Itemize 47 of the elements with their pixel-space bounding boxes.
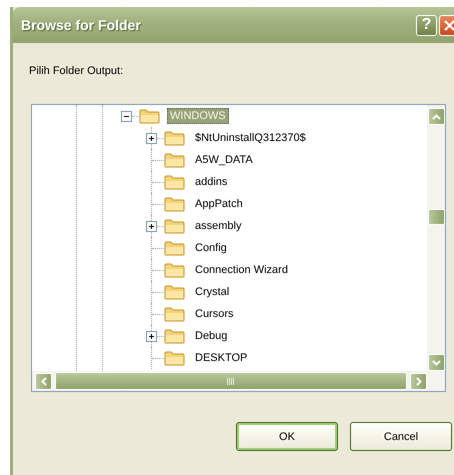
chevron-right-icon <box>416 376 422 386</box>
expand-icon[interactable] <box>146 133 157 144</box>
ok-button[interactable]: OK <box>236 422 338 451</box>
folder-icon <box>164 196 185 212</box>
expand-icon[interactable] <box>146 221 157 232</box>
collapse-icon[interactable] <box>121 111 132 122</box>
folder-icon <box>164 350 185 366</box>
chevron-up-icon <box>432 114 440 120</box>
chevron-down-icon <box>432 360 440 366</box>
scroll-up-button[interactable] <box>428 108 444 125</box>
folder-icon <box>139 108 160 124</box>
scroll-thumb[interactable] <box>428 209 444 225</box>
folder-icon <box>164 130 185 146</box>
prompt-label: Pilih Folder Output: <box>29 65 124 77</box>
folder-item[interactable]: assembly <box>192 218 244 234</box>
folder-item[interactable]: Crystal <box>192 284 232 300</box>
scroll-down-button[interactable] <box>428 354 444 371</box>
folder-icon <box>164 174 185 190</box>
scroll-left-button[interactable] <box>35 372 52 390</box>
folder-item[interactable]: Debug <box>192 328 230 344</box>
scroll-thumb[interactable] <box>55 372 407 390</box>
folder-item[interactable]: Connection Wizard <box>192 262 291 278</box>
expand-icon[interactable] <box>146 331 157 342</box>
folder-icon <box>164 218 185 234</box>
folder-item[interactable]: Cursors <box>192 306 237 322</box>
folder-item[interactable]: Config <box>192 240 230 256</box>
folder-item[interactable]: A5W_DATA <box>192 152 256 168</box>
folder-icon <box>164 262 185 278</box>
folder-icon <box>164 328 185 344</box>
folder-item[interactable]: $NtUninstallQ312370$ <box>192 130 309 146</box>
folder-icon <box>164 284 185 300</box>
close-icon <box>444 20 454 30</box>
folder-icon <box>164 240 185 256</box>
folder-item[interactable]: AppPatch <box>192 196 246 212</box>
folder-icon <box>164 306 185 322</box>
scroll-right-button[interactable] <box>410 372 427 390</box>
folder-item[interactable]: DESKTOP <box>192 350 250 366</box>
scrollbar-corner <box>427 371 445 391</box>
folder-item[interactable]: addins <box>192 174 230 190</box>
window-title: Browse for Folder <box>21 17 142 33</box>
close-button[interactable] <box>439 14 454 36</box>
chevron-left-icon <box>40 376 46 386</box>
folder-icon <box>164 152 185 168</box>
vertical-scrollbar[interactable] <box>427 105 445 371</box>
cancel-button[interactable]: Cancel <box>350 422 452 451</box>
horizontal-scrollbar[interactable] <box>32 371 427 391</box>
grip-icon <box>227 378 235 384</box>
